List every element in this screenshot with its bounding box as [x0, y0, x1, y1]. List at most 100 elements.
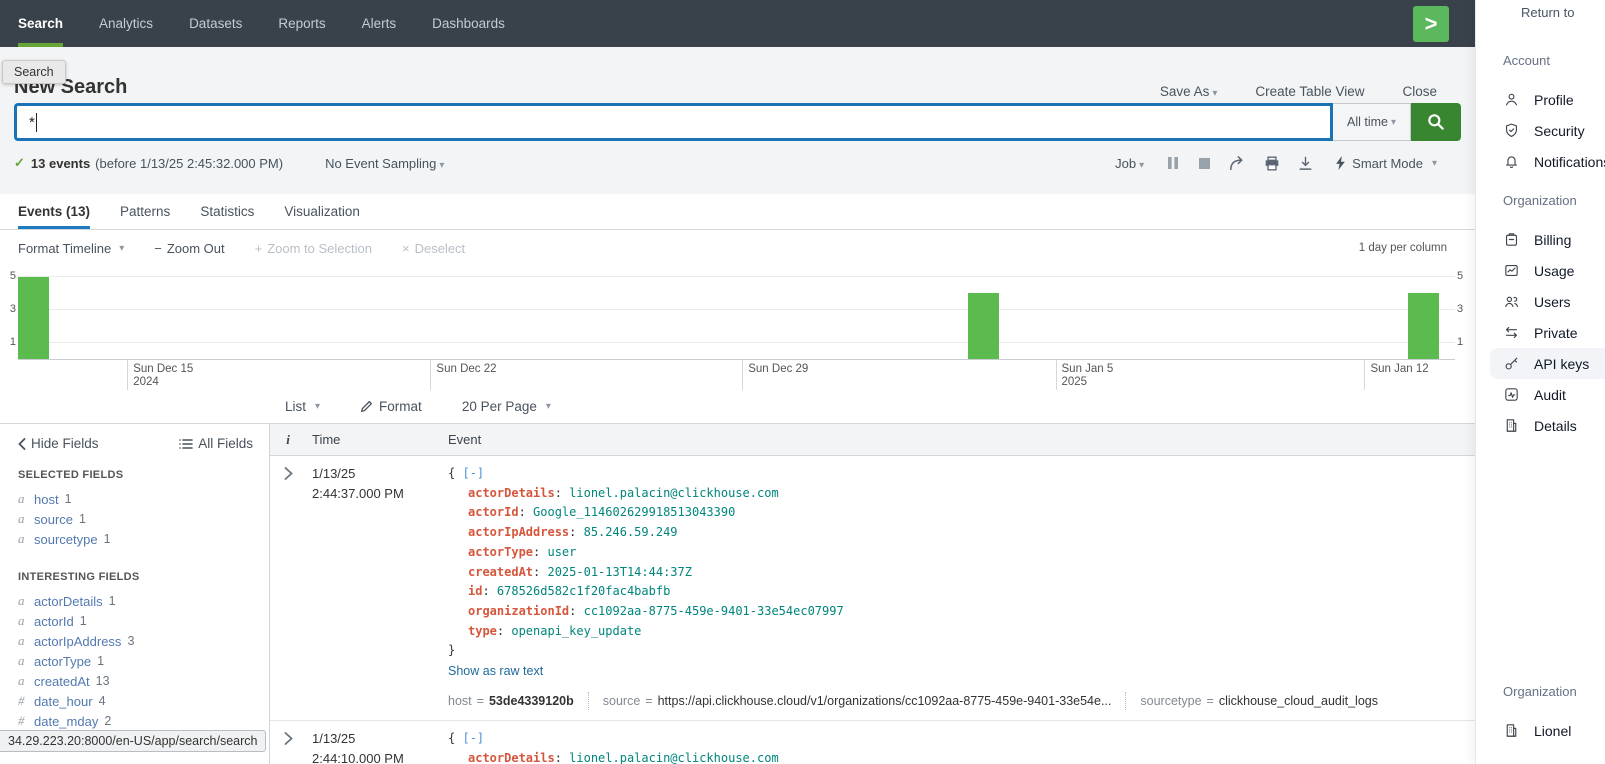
panel-item-audit[interactable]: Audit [1476, 379, 1605, 410]
meta-sourcetype-value[interactable]: clickhouse_cloud_audit_logs [1219, 694, 1378, 708]
x-icon: × [402, 241, 410, 256]
panel-item-users[interactable]: Users [1476, 286, 1605, 317]
event-json: { [-] actorDetails: lionel.palacin@click… [448, 464, 1475, 661]
pause-job-button[interactable] [1166, 156, 1180, 170]
format-results-button[interactable]: Format [360, 399, 422, 414]
search-button[interactable] [1411, 103, 1461, 141]
format-timeline-dropdown[interactable]: Format Timeline▾ [18, 241, 124, 256]
per-page-dropdown[interactable]: 20 Per Page▾ [462, 399, 551, 414]
expand-event-button[interactable] [270, 729, 306, 764]
spacer [1476, 72, 1605, 84]
hide-fields-button[interactable]: Hide Fields [18, 436, 99, 451]
list-view-dropdown[interactable]: List▾ [285, 399, 320, 414]
panel-item-security[interactable]: Security [1476, 115, 1605, 146]
plus-icon: + [255, 241, 263, 256]
panel-item-private-endpoints[interactable]: Private [1476, 317, 1605, 348]
panel-item-notifications[interactable]: Notifications [1476, 146, 1605, 177]
panel-item-organization-lionel[interactable]: Lionel [1476, 715, 1605, 746]
show-raw-text-link[interactable]: Show as raw text [448, 664, 543, 678]
nav-item-dashboards[interactable]: Dashboards [414, 0, 523, 47]
tab-events[interactable]: Events (13) [18, 194, 90, 229]
nav-item-reports[interactable]: Reports [260, 0, 343, 47]
json-value[interactable]: openapi_key_update [511, 624, 641, 638]
collapse-json-toggle[interactable]: [-] [462, 731, 484, 745]
panel-item-profile[interactable]: Profile [1476, 84, 1605, 115]
panel-item-usage[interactable]: Usage [1476, 255, 1605, 286]
org-switcher-header: Organization [1503, 684, 1605, 699]
timeline-bar[interactable] [18, 277, 49, 359]
string-type-icon: a [18, 673, 28, 689]
zoom-out-button[interactable]: −Zoom Out [154, 241, 224, 256]
event-row: 1/13/25 2:44:10.000 PM { [-] actorDetail… [270, 721, 1475, 764]
json-value[interactable]: lionel.palacin@clickhouse.com [569, 751, 779, 764]
field-source[interactable]: asource1 [18, 509, 269, 529]
share-icon [1229, 156, 1246, 171]
field-actorIpAddress[interactable]: aactorIpAddress3 [18, 631, 269, 651]
panel-item-api-keys[interactable]: API keys [1490, 348, 1605, 379]
expand-event-button[interactable] [270, 464, 306, 710]
meta-host-value[interactable]: 53de4339120b [489, 694, 574, 708]
field-host[interactable]: ahost1 [18, 489, 269, 509]
share-job-button[interactable] [1229, 156, 1246, 171]
field-actorId[interactable]: aactorId1 [18, 611, 269, 631]
tab-visualization[interactable]: Visualization [284, 194, 360, 229]
deselect-button[interactable]: ×Deselect [402, 241, 465, 256]
time-column-header: Time [306, 432, 436, 447]
export-button[interactable] [1298, 156, 1313, 171]
chevron-right-icon [284, 732, 293, 745]
json-value[interactable]: Google_114602629918513043390 [533, 505, 735, 519]
tab-patterns[interactable]: Patterns [120, 194, 170, 229]
timeline-bar[interactable] [968, 293, 999, 359]
timeline-bar[interactable] [1408, 293, 1439, 359]
cloud-settings-panel: Return to Account Profile Security Notif… [1475, 0, 1605, 764]
json-value[interactable]: lionel.palacin@clickhouse.com [569, 486, 779, 500]
org-switcher: Organization Lionel [1476, 684, 1605, 764]
field-createdAt[interactable]: acreatedAt13 [18, 671, 269, 691]
all-fields-button[interactable]: All Fields [179, 436, 253, 451]
field-actorType[interactable]: aactorType1 [18, 651, 269, 671]
zoom-to-selection-button[interactable]: +Zoom to Selection [255, 241, 372, 256]
chart-gridline [18, 342, 1455, 343]
search-input[interactable]: * [14, 103, 1333, 141]
json-value[interactable]: 678526d582c1f20fac4babfb [497, 584, 670, 598]
field-actorDetails[interactable]: aactorDetails1 [18, 591, 269, 611]
stop-job-button[interactable] [1198, 157, 1211, 170]
x-axis-tick [1056, 360, 1057, 390]
x-axis-label: Sun Jan 52025 [1062, 363, 1114, 389]
close-button[interactable]: Close [1402, 84, 1437, 99]
return-to-link[interactable]: Return to [1521, 5, 1605, 20]
save-as-button[interactable]: Save As▾ [1160, 84, 1218, 99]
panel-item-billing[interactable]: Billing [1476, 224, 1605, 255]
field-date_hour[interactable]: #date_hour4 [18, 691, 269, 711]
json-value[interactable]: user [547, 545, 576, 559]
nav-item-alerts[interactable]: Alerts [344, 0, 415, 47]
json-value[interactable]: 85.246.59.249 [584, 525, 678, 539]
spacer [1476, 177, 1605, 193]
field-sourcetype[interactable]: asourcetype1 [18, 529, 269, 549]
string-type-icon: a [18, 633, 28, 649]
tab-statistics[interactable]: Statistics [200, 194, 254, 229]
panel-item-details[interactable]: Details [1476, 410, 1605, 441]
app-logo-icon[interactable]: > [1413, 6, 1449, 42]
event-sampling-dropdown[interactable]: No Event Sampling▾ [325, 156, 444, 171]
print-button[interactable] [1264, 156, 1280, 171]
chart-gridline [18, 276, 1455, 277]
create-table-view-button[interactable]: Create Table View [1255, 84, 1364, 99]
nav-item-analytics[interactable]: Analytics [81, 0, 171, 47]
collapse-json-toggle[interactable]: [-] [462, 466, 484, 480]
field-date_mday[interactable]: #date_mday2 [18, 711, 269, 731]
nav-spacer [523, 0, 1413, 47]
meta-source-value[interactable]: https://api.clickhouse.cloud/v1/organiza… [658, 694, 1112, 708]
building-icon [1503, 722, 1520, 739]
json-value[interactable]: cc1092aa-8775-459e-9401-33e54ec07997 [584, 604, 844, 618]
search-query-text: * [29, 114, 35, 131]
time-range-picker[interactable]: All time▾ [1333, 103, 1411, 141]
timeline-scale-note: 1 day per column [1359, 242, 1457, 254]
json-value[interactable]: 2025-01-13T14:44:37Z [547, 565, 692, 579]
job-menu[interactable]: Job▾ [1115, 156, 1144, 171]
nav-item-datasets[interactable]: Datasets [171, 0, 260, 47]
nav-item-search[interactable]: Search [0, 0, 81, 47]
chevron-down-icon: ▾ [1212, 88, 1217, 99]
search-mode-dropdown[interactable]: Smart Mode▾ [1335, 156, 1437, 171]
x-axis-tick [127, 360, 128, 390]
